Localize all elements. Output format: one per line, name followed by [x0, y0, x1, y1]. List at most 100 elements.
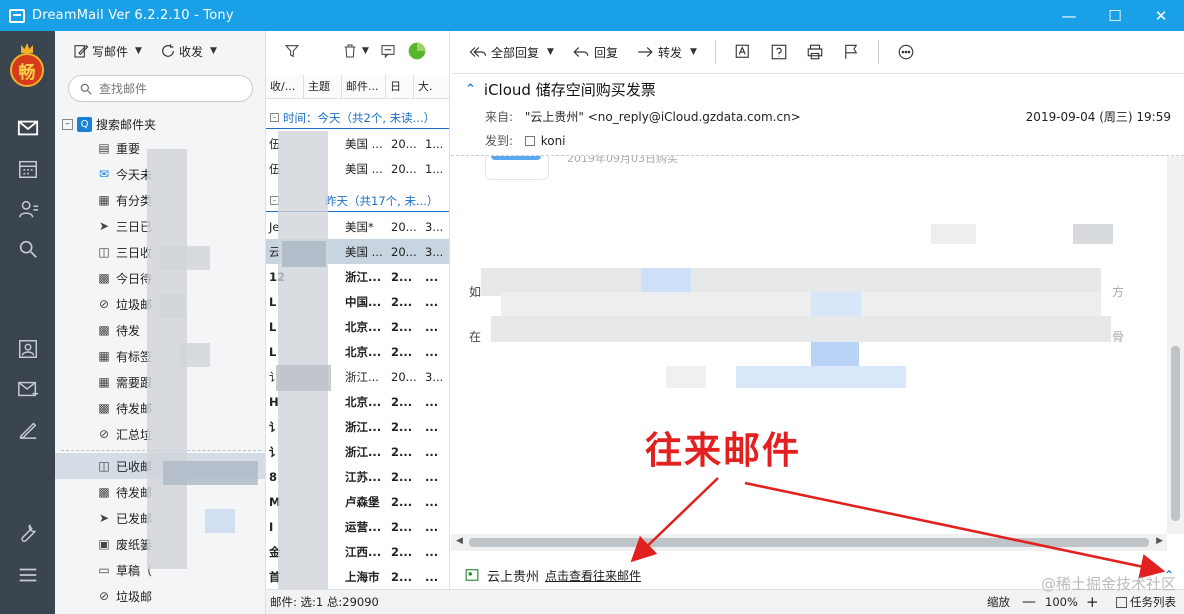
row-size: 1... [425, 136, 444, 151]
row-mailbox: 北京... [345, 344, 382, 359]
scroll-right-icon[interactable]: ▶ [1156, 536, 1163, 546]
doc-icon: ▤ [98, 141, 110, 155]
mail-send-icon[interactable] [14, 378, 41, 400]
row-size: ... [425, 544, 439, 559]
wrench-icon[interactable] [14, 522, 41, 544]
translate-button[interactable] [734, 43, 752, 61]
window-title: DreamMail Ver 6.2.2.10 - Tony [32, 8, 234, 23]
translate-icon [735, 44, 749, 58]
search-placeholder: 查找邮件 [99, 82, 148, 96]
minimize-button[interactable]: — [1046, 0, 1092, 31]
maximize-button[interactable]: ☐ [1092, 0, 1138, 31]
forward-button[interactable]: 转发 ▼ [636, 43, 697, 61]
crown-icon [21, 43, 33, 53]
row-size: 3... [425, 219, 444, 234]
col-header-subject[interactable]: 主题 [304, 74, 342, 99]
more-button[interactable] [897, 43, 915, 61]
grid-icon: ▦ [98, 193, 110, 207]
reading-pane: 全部回复 ▼ 回复 转发 ▼ ⌃ iCloud 储存空间购买发票 来自: "云上… [451, 31, 1184, 589]
from-value[interactable]: "云上贵州" <no_reply@iCloud.gzdata.com.cn> [525, 110, 801, 124]
reply-button[interactable]: 回复 [572, 43, 618, 61]
status-mail-count: 邮件: 选:1 总:29090 [270, 595, 379, 609]
flag-icon [845, 44, 858, 59]
reply-icon [573, 47, 589, 57]
send-icon: ➤ [98, 511, 110, 525]
folder-item-label: 垃圾邮 [116, 589, 153, 604]
row-mailbox: 中国... [345, 294, 382, 309]
zoom-label: 缩放 [987, 595, 1010, 609]
row-date: 2... [391, 319, 413, 334]
row-mailbox: 江苏... [345, 469, 382, 484]
menu-icon[interactable] [14, 564, 41, 586]
compose-label: 写邮件 [92, 44, 129, 59]
scroll-left-icon[interactable]: ◀ [456, 536, 463, 546]
col-header-date[interactable]: 日 [386, 74, 414, 99]
search-input[interactable]: 查找邮件 [68, 75, 253, 102]
view-related-mail-link[interactable]: 点击查看往来邮件 [545, 567, 641, 584]
reply-all-button[interactable]: 全部回复 ▼ [469, 43, 554, 61]
row-size: 3... [425, 369, 444, 384]
filter-icon[interactable] [284, 43, 300, 59]
inbox-icon: ◫ [98, 245, 110, 259]
list-column-headers: 收/... 主题 邮件... 日 大. [266, 74, 449, 99]
zoom-out-button[interactable]: — [1022, 594, 1036, 610]
col-header-from[interactable]: 收/... [266, 74, 304, 99]
collapse-header-icon[interactable]: ⌃ [465, 82, 476, 97]
contacts-icon[interactable] [14, 198, 41, 220]
body-snippet: 2019年09月03日购买 [567, 156, 678, 165]
chevron-down-icon[interactable]: ▼ [210, 46, 217, 56]
tasklist-label: 任务列表 [1130, 595, 1176, 609]
tree-root-search-folders[interactable]: – Q 搜索邮件夹 [55, 113, 265, 135]
zoom-in-button[interactable]: + [1086, 593, 1099, 611]
status-circle-icon[interactable] [407, 41, 427, 61]
send-icon: ➤ [98, 219, 110, 233]
row-mailbox: 浙江... [345, 444, 382, 459]
help-button[interactable] [770, 43, 788, 61]
row-date: 2... [391, 569, 413, 584]
horizontal-scrollbar[interactable]: ◀ ▶ [451, 534, 1167, 551]
send-receive-button[interactable]: 收发 ▼ [157, 39, 220, 63]
annotation-label: 往来邮件 [645, 429, 801, 472]
group-header-today[interactable]: – 时间：今天（共2个, 未读...） [266, 107, 449, 129]
calendar-icon[interactable] [14, 158, 41, 180]
col-header-size[interactable]: 大. [414, 75, 449, 99]
avatar[interactable]: 畅 [10, 41, 45, 91]
folder-pane: 写邮件 ▼ 收发 ▼ 查找邮件 – Q 搜索邮件夹 ▤ 重要 ✉ 今天未 ▦ 有… [55, 31, 266, 614]
collapse-icon[interactable]: – [62, 118, 73, 130]
forward-label: 转发 [657, 45, 682, 60]
row-size: ... [425, 294, 439, 309]
refresh-icon [162, 44, 174, 57]
to-value[interactable]: koni [541, 134, 566, 148]
tasklist-checkbox[interactable] [1116, 597, 1127, 608]
row-date: 2... [391, 269, 413, 284]
chat-icon[interactable] [379, 43, 397, 59]
chevron-down-icon[interactable]: ▼ [547, 47, 554, 57]
forward-icon [638, 47, 653, 57]
print-button[interactable] [806, 43, 824, 61]
close-button[interactable]: ✕ [1138, 0, 1184, 31]
flag-button[interactable] [842, 43, 860, 61]
pen-icon[interactable] [14, 418, 41, 440]
footer-sender: 云上贵州 [487, 569, 540, 585]
col-header-mailbox[interactable]: 邮件... [342, 74, 386, 99]
chevron-down-icon[interactable]: ▼ [362, 46, 369, 56]
delete-icon[interactable] [342, 43, 358, 59]
row-mailbox: 卢森堡 [345, 494, 380, 509]
compose-button[interactable]: 写邮件 ▼ [70, 39, 145, 63]
search-icon[interactable] [14, 238, 41, 260]
vertical-scrollbar[interactable] [1167, 156, 1184, 534]
chevron-down-icon[interactable]: ▼ [690, 47, 697, 57]
mail-date: 2019-09-04 (周三) 19:59 [1025, 110, 1171, 124]
zoom-value: 100% [1045, 595, 1078, 609]
grid-icon: ▦ [98, 349, 110, 363]
tray-icon: ▩ [98, 485, 110, 499]
collapse-icon[interactable]: – [270, 113, 279, 122]
row-size: 1... [425, 161, 444, 176]
mail-icon[interactable] [14, 117, 41, 139]
chevron-down-icon[interactable]: ▼ [135, 46, 142, 56]
row-size: ... [425, 494, 439, 509]
from-line: 来自: "云上贵州" <no_reply@iCloud.gzdata.com.c… [485, 108, 801, 125]
contact-card-icon[interactable] [14, 338, 41, 360]
account-folder-item[interactable]: ⊘ 垃圾邮 [55, 583, 265, 609]
body-char: 如 [469, 285, 482, 299]
